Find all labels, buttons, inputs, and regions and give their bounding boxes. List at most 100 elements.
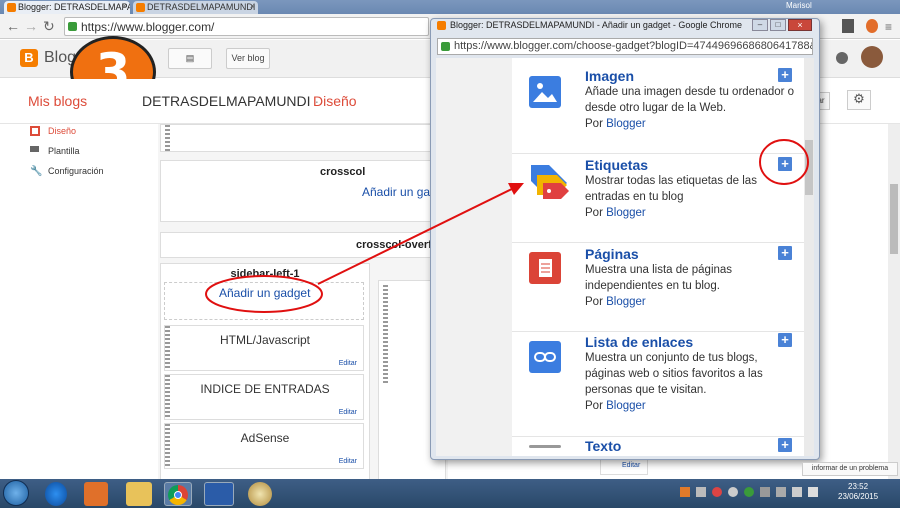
gadget-author: Por Blogger bbox=[585, 118, 646, 130]
gadget-indice-entradas[interactable]: INDICE DE ENTRADAS Editar bbox=[164, 374, 364, 420]
chrome-icon[interactable] bbox=[164, 482, 192, 506]
extension-icon[interactable] bbox=[866, 19, 878, 33]
media-player-icon[interactable] bbox=[84, 482, 108, 506]
notifications-icon[interactable] bbox=[836, 52, 848, 64]
edit-link[interactable]: Editar bbox=[622, 462, 640, 469]
edit-link[interactable]: Editar bbox=[339, 360, 357, 367]
close-tab-icon[interactable]: × bbox=[122, 1, 127, 11]
extension-icon[interactable] bbox=[842, 19, 854, 33]
page-scrollbar[interactable] bbox=[888, 124, 900, 480]
add-gadget-plus-icon[interactable]: + bbox=[778, 246, 792, 260]
sidebar-left-title: sidebar-left-1 bbox=[230, 268, 300, 280]
gadget-name[interactable]: Lista de enlaces bbox=[585, 334, 693, 350]
blogger-favicon-icon bbox=[7, 3, 16, 12]
taskbar-clock[interactable]: 23:52 23/06/2015 bbox=[838, 482, 878, 502]
tab-blog[interactable]: DETRASDELMAPAMUNDI × bbox=[133, 1, 258, 14]
back-icon[interactable]: ← bbox=[6, 18, 20, 34]
minimize-icon[interactable]: – bbox=[752, 19, 768, 31]
pages-icon bbox=[529, 252, 561, 284]
gadget-item-etiquetas: Etiquetas Mostrar todas las etiquetas de… bbox=[512, 155, 804, 243]
gadget-name[interactable]: Páginas bbox=[585, 246, 639, 262]
text-icon bbox=[529, 445, 561, 448]
volume-icon[interactable] bbox=[808, 487, 818, 497]
gadget-name[interactable]: Etiquetas bbox=[585, 157, 648, 173]
close-tab-icon[interactable]: × bbox=[250, 1, 255, 11]
my-blogs-link[interactable]: Mis blogs bbox=[28, 93, 87, 109]
address-bar[interactable]: https://www.blogger.com/ bbox=[64, 17, 429, 36]
gadget-item-lista-enlaces: Lista de enlaces Muestra un conjunto de … bbox=[512, 333, 804, 437]
gadget-name[interactable]: Imagen bbox=[585, 68, 634, 84]
gadget-adsense[interactable]: AdSense Editar bbox=[164, 423, 364, 469]
internet-explorer-icon[interactable] bbox=[45, 482, 67, 506]
gadget-author: Por Blogger bbox=[585, 207, 646, 219]
document-icon: ▤ bbox=[185, 53, 195, 63]
link-icon bbox=[529, 341, 561, 373]
tray-app-icon[interactable] bbox=[744, 487, 754, 497]
avatar[interactable] bbox=[861, 46, 883, 68]
edit-link[interactable]: Editar bbox=[339, 409, 357, 416]
clock-time: 23:52 bbox=[848, 482, 869, 491]
tray-app-icon[interactable] bbox=[680, 487, 690, 497]
tray-app-icon[interactable] bbox=[712, 487, 722, 497]
sidebar-item-plantilla[interactable]: Plantilla bbox=[30, 146, 80, 156]
paint-roller-icon bbox=[30, 146, 39, 152]
author-link[interactable]: Blogger bbox=[606, 207, 646, 219]
image-icon bbox=[529, 76, 561, 108]
gadget-html-javascript[interactable]: HTML/Javascript Editar bbox=[164, 325, 364, 371]
gadget-description: Mostrar todas las etiquetas de las entra… bbox=[585, 175, 757, 203]
drag-handle[interactable] bbox=[383, 285, 388, 385]
tab-blogger[interactable]: Blogger: DETRASDELMAPA × bbox=[4, 1, 130, 14]
blog-name: DETRASDELMAPAMUNDI · bbox=[142, 93, 319, 109]
paint-icon[interactable] bbox=[248, 482, 272, 506]
report-problem-button[interactable]: informar de un problema bbox=[802, 462, 898, 476]
popup-scrollbar[interactable] bbox=[804, 58, 814, 456]
add-gadget-plus-icon[interactable]: + bbox=[778, 157, 792, 171]
header-section bbox=[160, 124, 446, 152]
blogger-favicon-icon bbox=[437, 21, 446, 30]
forward-icon[interactable]: → bbox=[24, 18, 38, 34]
drag-handle[interactable] bbox=[165, 125, 170, 151]
blog-name-text: DETRASDELMAPAMUNDI bbox=[142, 93, 311, 109]
lock-icon bbox=[441, 42, 450, 51]
word-icon[interactable] bbox=[204, 482, 234, 506]
add-gadget-link[interactable]: Añadir un gadget bbox=[219, 286, 310, 300]
start-button-icon[interactable] bbox=[3, 480, 29, 506]
view-blog-button[interactable]: Ver blog bbox=[226, 48, 270, 69]
posts-button[interactable]: ▤ bbox=[168, 48, 212, 69]
popup-url-text: https://www.blogger.com/choose-gadget?bl… bbox=[454, 40, 813, 52]
tray-app-icon[interactable] bbox=[776, 487, 786, 497]
scroll-thumb[interactable] bbox=[890, 184, 898, 254]
add-gadget-plus-icon[interactable]: + bbox=[778, 68, 792, 82]
popup-scroll-thumb[interactable] bbox=[805, 140, 813, 195]
tray-app-icon[interactable] bbox=[696, 487, 706, 497]
tray-app-icon[interactable] bbox=[728, 487, 738, 497]
tray-app-icon[interactable] bbox=[760, 487, 770, 497]
close-window-icon[interactable]: × bbox=[788, 19, 812, 31]
edit-link[interactable]: Editar bbox=[339, 458, 357, 465]
menu-icon[interactable]: ≡ bbox=[885, 20, 892, 34]
crosscol-overflow-title: crosscol-overf bbox=[356, 239, 432, 251]
add-gadget-plus-icon[interactable]: + bbox=[778, 438, 792, 452]
gadget-author: Por Blogger bbox=[585, 400, 646, 412]
popup-address-bar[interactable]: https://www.blogger.com/choose-gadget?bl… bbox=[437, 38, 813, 55]
tab-label: Blogger: DETRASDELMAPA bbox=[18, 2, 130, 12]
sidebar-item-diseno[interactable]: Diseño bbox=[30, 126, 76, 136]
maximize-icon[interactable]: □ bbox=[770, 19, 786, 31]
system-tray bbox=[680, 487, 830, 499]
label-tag-icon bbox=[529, 163, 569, 199]
author-link[interactable]: Blogger bbox=[606, 296, 646, 308]
current-section: Diseño bbox=[313, 93, 357, 109]
wrench-icon: 🔧 bbox=[30, 166, 43, 177]
reload-icon[interactable]: ↻ bbox=[43, 18, 55, 35]
author-link[interactable]: Blogger bbox=[606, 400, 646, 412]
add-gadget-plus-icon[interactable]: + bbox=[778, 333, 792, 347]
network-icon[interactable] bbox=[792, 487, 802, 497]
gadget-name[interactable]: Texto bbox=[585, 438, 621, 454]
author-link[interactable]: Blogger bbox=[606, 118, 646, 130]
lock-icon bbox=[68, 22, 77, 31]
gear-icon[interactable]: ⚙ bbox=[847, 90, 871, 110]
gadget-author: Por Blogger bbox=[585, 296, 646, 308]
folder-icon[interactable] bbox=[126, 482, 152, 506]
blogger-favicon-icon bbox=[136, 3, 145, 12]
sidebar-item-configuracion[interactable]: 🔧 Configuración bbox=[30, 166, 104, 177]
